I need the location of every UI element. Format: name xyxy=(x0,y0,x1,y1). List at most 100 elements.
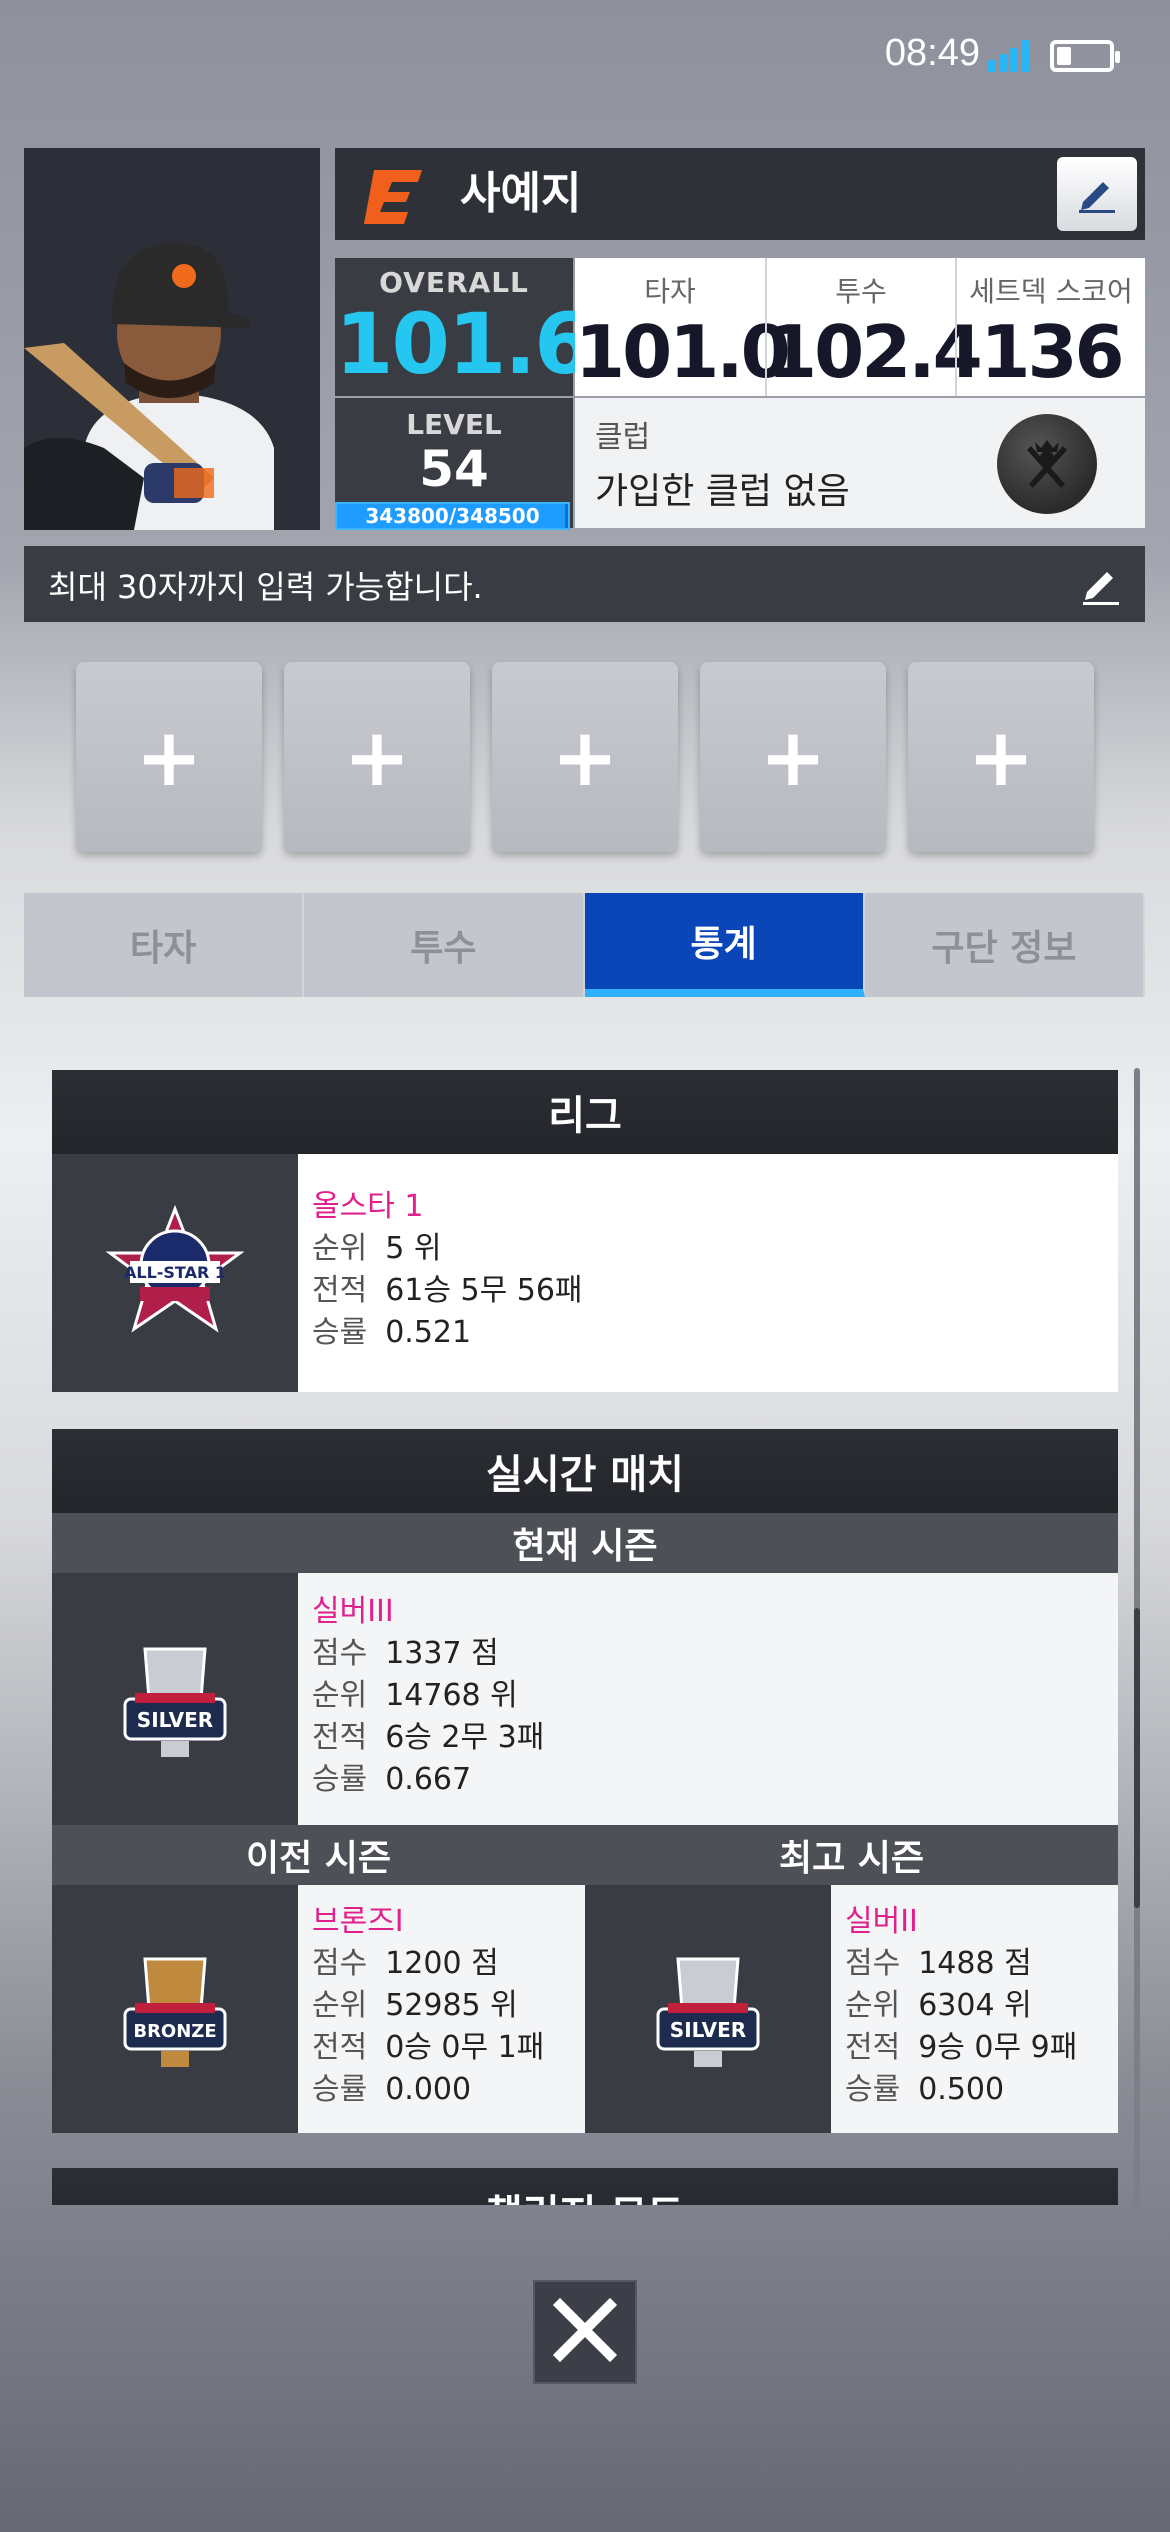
team-logo-icon xyxy=(360,160,432,232)
realtime-header: 실시간 매치 xyxy=(52,1429,1118,1513)
previous-row: 점수 1200 점 xyxy=(312,1943,571,1985)
previous-tier-emblem: BRONZE xyxy=(52,1885,298,2133)
row-value: 0.500 xyxy=(918,2072,1005,2107)
row-key: 순위 xyxy=(312,1678,368,1713)
player-name: 사예지 xyxy=(460,168,582,219)
best-row: 순위 6304 위 xyxy=(845,1985,1104,2027)
current-row: 전적 6승 2무 3패 xyxy=(312,1717,1104,1759)
league-header: 리그 xyxy=(52,1070,1118,1154)
pencil-icon xyxy=(1075,170,1119,218)
league-tier: 올스타 1 xyxy=(312,1189,424,1224)
row-value: 6304 위 xyxy=(918,1988,1032,2023)
current-tier-emblem: SILVER xyxy=(52,1573,298,1825)
row-value: 0.000 xyxy=(385,2072,472,2107)
best-season-header: 최고 시즌 xyxy=(585,1825,1118,1885)
scrollbar-thumb[interactable] xyxy=(1134,1608,1140,1908)
best-row: 전적 9승 0무 9패 xyxy=(845,2027,1104,2069)
tab-bar: 타자 투수 통계 구단 정보 xyxy=(24,893,1145,997)
current-tier: 실버III xyxy=(312,1594,394,1629)
club-label: 클럽 xyxy=(595,420,651,455)
card-slot-3[interactable]: + xyxy=(492,662,678,852)
stat-value: 102.4 xyxy=(767,310,983,394)
previous-row: 승률 0.000 xyxy=(312,2069,571,2111)
svg-text:ALL-STAR 1: ALL-STAR 1 xyxy=(124,1263,226,1282)
silver-trophy-icon: SILVER xyxy=(123,1647,227,1757)
level-label: LEVEL xyxy=(406,408,502,441)
svg-text:BRONZE: BRONZE xyxy=(133,2021,216,2042)
edit-profile-button[interactable] xyxy=(1057,157,1137,231)
best-tier: 실버II xyxy=(845,1904,918,1939)
row-value: 6승 2무 3패 xyxy=(385,1720,545,1755)
row-key: 승률 xyxy=(312,1315,368,1350)
best-row: 점수 1488 점 xyxy=(845,1943,1104,1985)
comment-input[interactable]: 최대 30자까지 입력 가능합니다. xyxy=(24,546,1145,622)
row-value: 5 위 xyxy=(385,1231,442,1266)
league-emblem: ALL-STAR 1 xyxy=(52,1154,298,1392)
row-key: 순위 xyxy=(845,1988,901,2023)
status-time: 08:49 xyxy=(884,32,980,74)
row-key: 전적 xyxy=(312,2030,368,2065)
card-slot-1[interactable]: + xyxy=(76,662,262,852)
row-key: 전적 xyxy=(312,1273,368,1308)
row-key: 점수 xyxy=(845,1946,901,1981)
previous-row: 순위 52985 위 xyxy=(312,1985,571,2027)
player-name-bar xyxy=(335,148,1145,240)
close-icon xyxy=(550,2295,620,2369)
exp-text: 343800/348500 xyxy=(365,504,540,528)
row-key: 순위 xyxy=(312,1231,368,1266)
row-value: 9승 0무 9패 xyxy=(918,2030,1078,2065)
stat-label: 타자 xyxy=(644,275,696,308)
card-slot-5[interactable]: + xyxy=(908,662,1094,852)
tab-stats[interactable]: 통계 xyxy=(584,893,865,997)
row-key: 승률 xyxy=(845,2072,901,2107)
current-row: 순위 14768 위 xyxy=(312,1675,1104,1717)
club-panel[interactable]: 클럽 가입한 클럽 없음 xyxy=(575,398,1145,528)
overall-panel: OVERALL 101.6 xyxy=(335,258,593,396)
row-key: 승률 xyxy=(312,2072,368,2107)
tab-team-info[interactable]: 구단 정보 xyxy=(865,893,1145,997)
stat-pitcher: 투수 102.4 xyxy=(765,258,983,396)
level-value: 54 xyxy=(419,440,489,498)
tab-pitcher[interactable]: 투수 xyxy=(304,893,585,997)
overall-value: 101.6 xyxy=(335,295,593,393)
league-info: 올스타 1 순위 5 위 전적 61승 5무 56패 승률 0.521 xyxy=(298,1154,1118,1392)
row-key: 전적 xyxy=(312,1720,368,1755)
row-value: 1200 점 xyxy=(385,1946,499,1981)
stat-label: 세트덱 스코어 xyxy=(969,275,1133,308)
previous-season-header: 이전 시즌 xyxy=(52,1825,585,1885)
exp-progress-bar: 343800/348500 xyxy=(335,502,570,530)
card-slot-4[interactable]: + xyxy=(700,662,886,852)
player-portrait[interactable] xyxy=(24,148,320,530)
best-row: 승률 0.500 xyxy=(845,2069,1104,2111)
card-slot-2[interactable]: + xyxy=(284,662,470,852)
row-value: 52985 위 xyxy=(385,1988,518,2023)
league-row: 전적 61승 5무 56패 xyxy=(312,1270,1104,1312)
signal-icon xyxy=(988,40,1032,72)
stat-value: 101.0 xyxy=(575,310,791,394)
svg-text:SILVER: SILVER xyxy=(670,2018,746,2042)
stats-scroll-area[interactable]: 리그 ALL-STAR 1 올스타 1 순위 5 위 전적 61승 5무 56패 승… xyxy=(52,1070,1118,2205)
all-star-badge-icon: ALL-STAR 1 xyxy=(105,1204,245,1333)
stat-value: 136 xyxy=(980,310,1124,394)
close-button[interactable] xyxy=(533,2280,637,2384)
row-value: 0승 0무 1패 xyxy=(385,2030,545,2065)
row-key: 전적 xyxy=(845,2030,901,2065)
comment-placeholder: 최대 30자까지 입력 가능합니다. xyxy=(48,568,483,606)
status-bar: 08:49 xyxy=(0,28,1170,84)
current-row: 점수 1337 점 xyxy=(312,1633,1104,1675)
stat-label: 투수 xyxy=(835,275,887,308)
silver-trophy-icon: SILVER xyxy=(656,1957,760,2067)
bronze-trophy-icon: BRONZE xyxy=(123,1957,227,2067)
row-key: 승률 xyxy=(312,1762,368,1797)
crossed-bats-icon xyxy=(997,414,1097,514)
tab-batter[interactable]: 타자 xyxy=(24,893,305,997)
row-value: 61승 5무 56패 xyxy=(385,1273,583,1308)
current-season-header: 현재 시즌 xyxy=(52,1513,1118,1573)
row-value: 1337 점 xyxy=(385,1636,499,1671)
pencil-icon[interactable] xyxy=(1079,562,1123,606)
current-row: 승률 0.667 xyxy=(312,1759,1104,1801)
previous-row: 전적 0승 0무 1패 xyxy=(312,2027,571,2069)
row-value: 14768 위 xyxy=(385,1678,518,1713)
row-key: 점수 xyxy=(312,1946,368,1981)
challenge-header: 챌린지 모드 xyxy=(52,2168,1118,2205)
